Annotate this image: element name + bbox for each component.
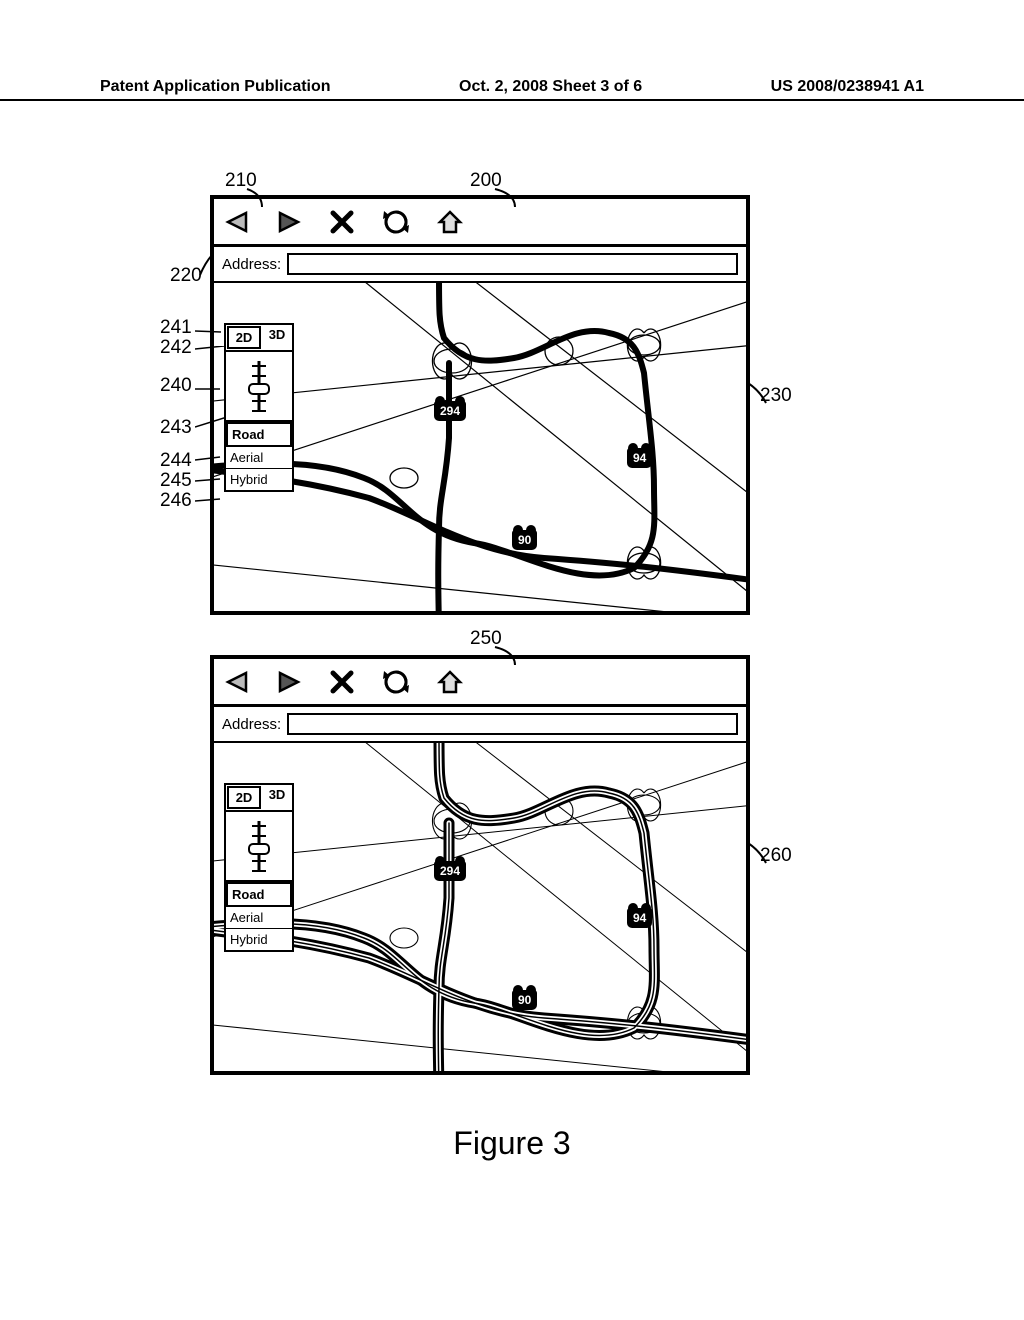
browser-window-top: Address: [210,195,750,615]
route-shield-294: 294 [434,401,466,421]
callout-241: 241 [160,317,192,339]
forward-icon[interactable] [276,669,302,695]
callout-210-line [247,189,277,214]
zoom-slider[interactable] [226,352,292,422]
mode-road-button[interactable]: Road [226,422,292,447]
callout-244-line [195,455,223,465]
header-center: Oct. 2, 2008 Sheet 3 of 6 [459,78,642,96]
view-2d-button[interactable]: 2D [227,326,261,349]
address-bar: Address: [214,707,746,743]
callout-243: 243 [160,417,192,439]
mode-aerial-button[interactable]: Aerial [226,447,292,469]
callout-220-line [200,255,220,280]
view-2d-button[interactable]: 2D [227,786,261,809]
route-shield-90: 90 [512,530,537,550]
map-view-top[interactable]: 294 94 90 2D 3D Road Aerial Hybrid [214,283,746,611]
home-icon[interactable] [436,668,464,696]
refresh-icon[interactable] [382,208,410,236]
zoom-slider[interactable] [226,812,292,882]
header-right: US 2008/0238941 A1 [771,78,924,96]
callout-260-line [748,843,773,873]
address-label: Address: [222,256,281,273]
callout-240-line [195,384,223,394]
callout-246-line [195,496,223,506]
address-bar: Address: [214,247,746,283]
address-label: Address: [222,716,281,733]
toolbar [214,659,746,707]
refresh-icon[interactable] [382,668,410,696]
figure-caption: Figure 3 [0,1125,1024,1162]
address-input[interactable] [287,253,738,275]
close-icon[interactable] [328,208,356,236]
route-shield-94: 94 [627,908,652,928]
map-view-bottom[interactable]: 294 94 90 2D 3D Road Aerial Hybrid [214,743,746,1071]
callout-245-line [195,476,223,486]
mode-hybrid-button[interactable]: Hybrid [226,929,292,950]
mode-hybrid-button[interactable]: Hybrid [226,469,292,490]
callout-244: 244 [160,450,192,472]
map-control-panel: 2D 3D Road Aerial Hybrid [224,323,294,492]
callout-220: 220 [170,265,202,287]
callout-240: 240 [160,375,192,397]
route-shield-90: 90 [512,990,537,1010]
callout-246: 246 [160,490,192,512]
callout-242: 242 [160,337,192,359]
mode-road-button[interactable]: Road [226,882,292,907]
mode-aerial-button[interactable]: Aerial [226,907,292,929]
toolbar [214,199,746,247]
back-icon[interactable] [224,669,250,695]
callout-230-line [748,383,773,413]
callout-250-line [495,647,535,672]
callout-245: 245 [160,470,192,492]
view-3d-button[interactable]: 3D [262,325,292,350]
route-shield-94: 94 [627,448,652,468]
callout-241-line [195,326,225,336]
header-left: Patent Application Publication [100,78,331,96]
browser-window-bottom: Address: [210,655,750,1075]
home-icon[interactable] [436,208,464,236]
close-icon[interactable] [328,668,356,696]
view-3d-button[interactable]: 3D [262,785,292,810]
callout-200-line [495,189,535,214]
address-input[interactable] [287,713,738,735]
map-control-panel: 2D 3D Road Aerial Hybrid [224,783,294,952]
page-header: Patent Application Publication Oct. 2, 2… [0,78,1024,101]
route-shield-294: 294 [434,861,466,881]
forward-icon[interactable] [276,209,302,235]
